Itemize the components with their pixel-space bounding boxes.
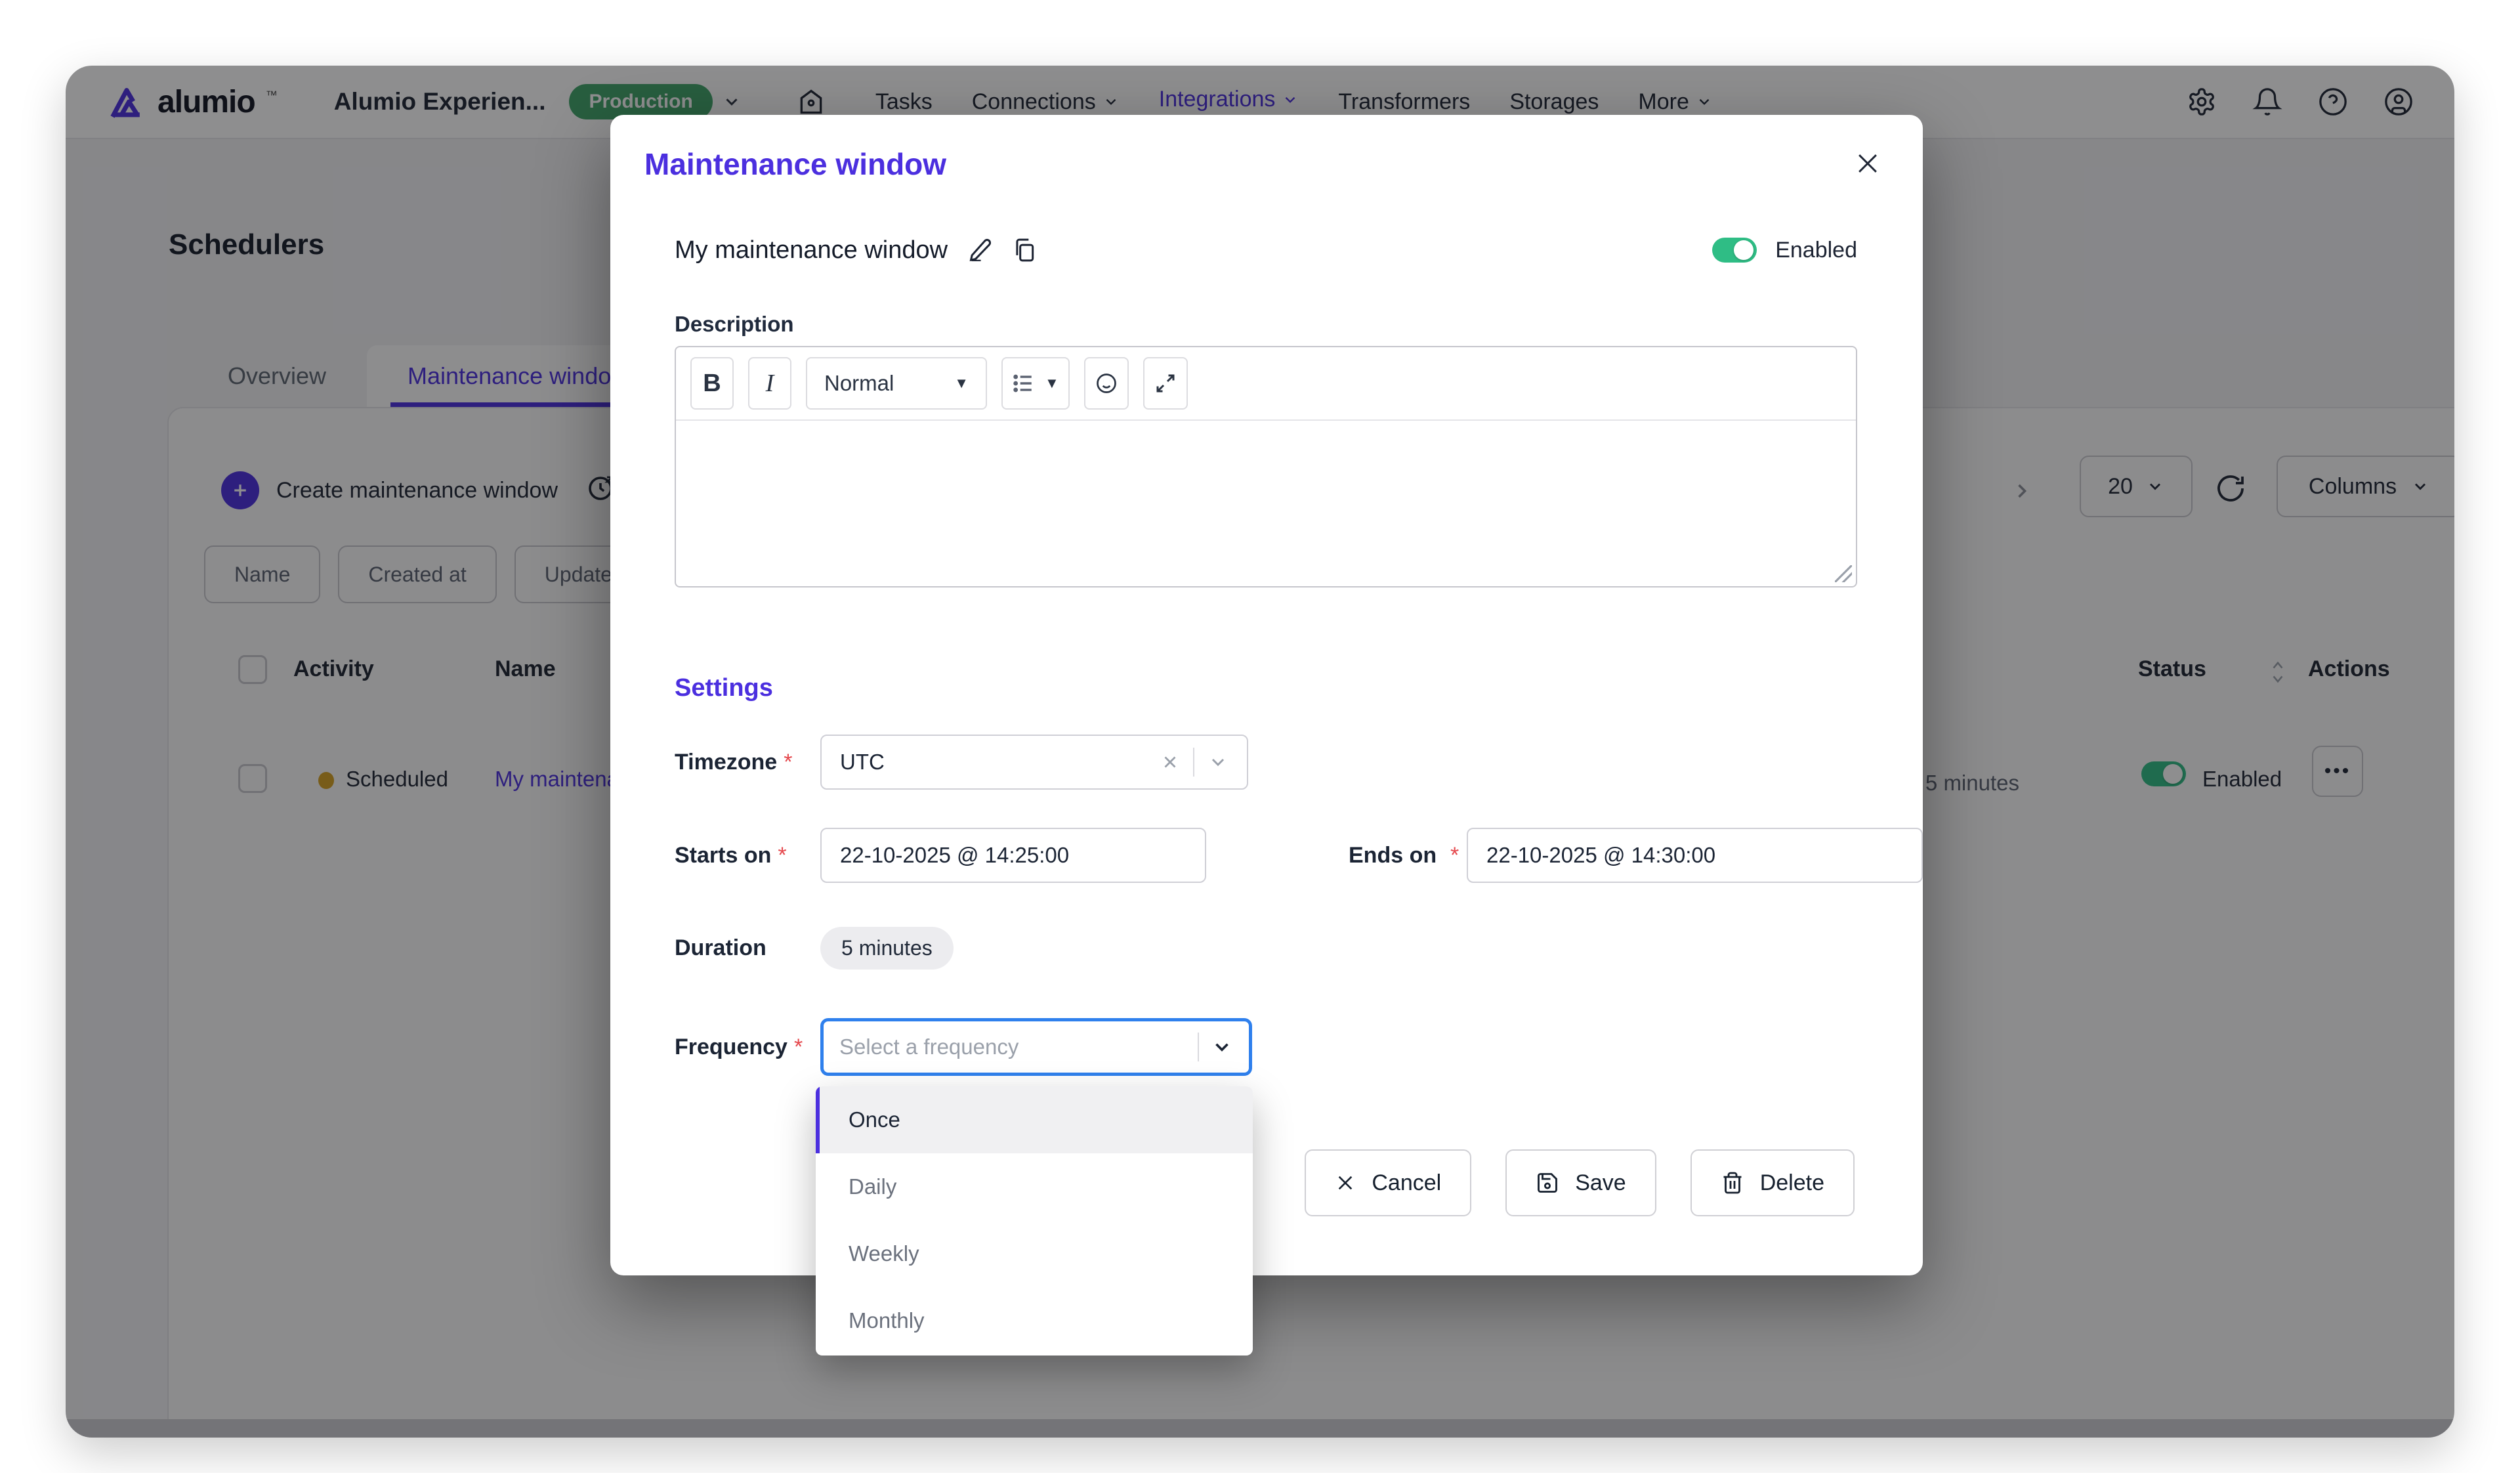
frequency-label: Frequency [675,1035,788,1060]
save-button[interactable]: Save [1505,1149,1656,1216]
divider [1193,748,1194,777]
copy-icon[interactable] [1012,238,1037,263]
screen: alumio ™ Alumio Experien... Production T… [0,0,2520,1473]
cancel-button[interactable]: Cancel [1305,1149,1471,1216]
maintenance-name: My maintenance window [675,236,948,265]
triangle-down-icon: ▼ [954,375,969,392]
timezone-row: Timezone * UTC [675,735,1857,790]
frequency-select[interactable]: Select a frequency [820,1018,1252,1076]
frequency-option-weekly[interactable]: Weekly [816,1220,1253,1287]
enabled-toggle[interactable] [1712,238,1757,263]
maintenance-name-row: My maintenance window Enabled [675,230,1857,270]
duration-value-pill: 5 minutes [820,927,954,970]
modal-title: Maintenance window [644,146,946,182]
trash-icon [1721,1171,1744,1195]
dates-row: Starts on * 22-10-2025 @ 14:25:00 Ends o… [675,828,1857,883]
save-floppy-icon [1536,1171,1559,1195]
edit-pencil-icon[interactable] [967,238,992,263]
duration-label: Duration [675,935,766,961]
required-mark: * [794,1035,803,1060]
chevron-down-icon[interactable] [1211,1036,1233,1058]
list-icon [1012,372,1034,395]
frequency-dropdown: Once Daily Weekly Monthly [816,1086,1253,1356]
enabled-label: Enabled [1775,238,1857,263]
italic-button[interactable]: I [748,357,791,410]
clear-icon[interactable] [1160,752,1180,772]
frequency-option-once[interactable]: Once [816,1086,1253,1153]
maintenance-window-modal: Maintenance window My maintenance window… [610,115,1923,1275]
expand-icon [1154,372,1177,395]
delete-button[interactable]: Delete [1690,1149,1855,1216]
description-textarea[interactable] [676,421,1856,587]
divider [1198,1033,1199,1061]
frequency-row: Frequency * Select a frequency [675,1017,1857,1077]
settings-heading: Settings [675,674,773,702]
description-label: Description [675,312,794,337]
timezone-controls [1160,748,1228,777]
required-mark: * [778,843,786,868]
enabled-group: Enabled [1712,238,1857,263]
modal-buttons: Cancel Save Delete [1305,1149,1855,1216]
fullscreen-button[interactable] [1143,357,1188,410]
frequency-placeholder: Select a frequency [839,1035,1018,1059]
emoji-button[interactable] [1084,357,1129,410]
frequency-controls [1198,1033,1233,1061]
duration-row: Duration 5 minutes [675,928,1857,968]
chevron-down-icon[interactable] [1208,752,1228,773]
starts-on-label: Starts on [675,843,771,868]
bold-button[interactable]: B [690,357,734,410]
triangle-down-icon: ▼ [1045,375,1059,392]
description-editor[interactable]: B I Normal ▼ ▼ [675,346,1857,587]
close-icon[interactable] [1853,149,1882,178]
close-icon [1335,1172,1356,1193]
frequency-option-monthly[interactable]: Monthly [816,1287,1253,1354]
ends-on-label: Ends on [1349,843,1437,868]
resize-handle[interactable] [1835,565,1852,582]
smiley-icon [1095,372,1118,395]
toggle-knob [1734,240,1754,260]
ends-on-input[interactable]: 22-10-2025 @ 14:30:00 [1467,828,1923,883]
timezone-label: Timezone [675,750,777,775]
starts-on-input[interactable]: 22-10-2025 @ 14:25:00 [820,828,1206,883]
required-mark: * [784,750,792,775]
paragraph-format-select[interactable]: Normal ▼ [806,357,987,410]
list-format-select[interactable]: ▼ [1001,357,1070,410]
editor-toolbar: B I Normal ▼ ▼ [676,347,1856,421]
required-mark: * [1450,843,1459,868]
frequency-option-daily[interactable]: Daily [816,1153,1253,1220]
timezone-select[interactable]: UTC [820,735,1248,790]
